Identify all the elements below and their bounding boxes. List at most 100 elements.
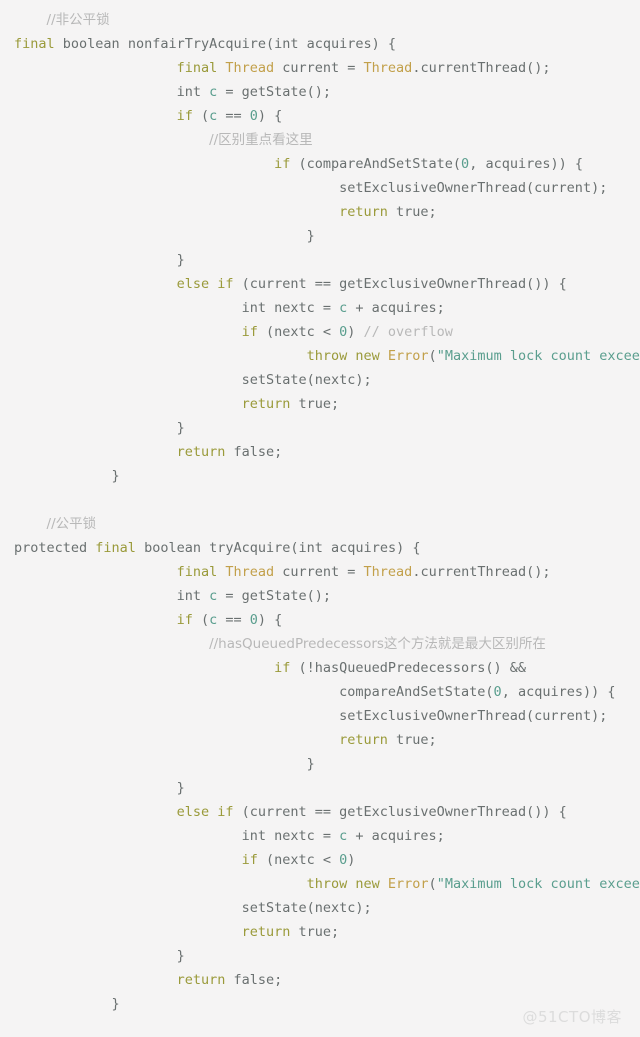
code-token-pln xyxy=(388,732,396,748)
code-token-pln: setExclusiveOwnerThread(current); xyxy=(339,708,608,724)
code-token-pln: (current == getExclusiveOwnerThread()) { xyxy=(233,804,567,820)
code-token-pln: ) { xyxy=(257,108,283,124)
code-token-pln: nextc = xyxy=(265,828,340,844)
code-line: return true; xyxy=(14,392,640,416)
code-token-type: int xyxy=(274,36,299,52)
code-token-type: boolean xyxy=(62,36,120,52)
code-token-pln: ; xyxy=(274,972,283,988)
code-line: } xyxy=(14,416,640,440)
code-token-pln: (compareAndSetState( xyxy=(290,156,462,172)
code-token-pln: = getState(); xyxy=(217,84,332,100)
code-line: } xyxy=(14,464,640,488)
code-token-lit: 0 xyxy=(493,684,502,700)
code-line: setExclusiveOwnerThread(current); xyxy=(14,176,640,200)
code-token-pln: ; xyxy=(428,732,437,748)
code-token-pln: , acquires)) { xyxy=(501,684,616,700)
code-token-pln xyxy=(290,396,298,412)
code-token-type: int xyxy=(241,828,266,844)
code-token-cls: Thread xyxy=(363,60,413,76)
code-token-pln: (nextc < xyxy=(257,852,340,868)
code-token-pln: } xyxy=(111,996,120,1012)
code-line: if (c == 0) { xyxy=(14,608,640,632)
java-code-listing: //非公平锁 final boolean nonfairTryAcquire(in… xyxy=(0,0,640,1016)
code-token-pln: current = xyxy=(274,564,364,580)
code-line: } xyxy=(14,224,640,248)
code-token-pln: .currentThread(); xyxy=(412,564,551,580)
code-line: if (!hasQueuedPredecessors() && xyxy=(14,656,640,680)
code-token-pln: } xyxy=(176,780,185,796)
code-token-pln: nonfairTryAcquire( xyxy=(119,36,275,52)
code-token-kw: if xyxy=(176,108,193,124)
code-token-pln: ; xyxy=(331,924,340,940)
code-line: setState(nextc); xyxy=(14,368,640,392)
code-token-kw: else if xyxy=(176,804,234,820)
code-token-type: false xyxy=(233,972,275,988)
code-token-pln xyxy=(380,348,388,364)
code-token-pln: ) { xyxy=(257,612,283,628)
code-token-pln: .currentThread(); xyxy=(412,60,551,76)
code-token-kw: return xyxy=(176,972,226,988)
code-line: else if (current == getExclusiveOwnerThr… xyxy=(14,800,640,824)
code-token-pln: } xyxy=(176,252,185,268)
code-line: //非公平锁 xyxy=(14,8,640,32)
code-token-pln: current = xyxy=(274,60,364,76)
code-token-cmt: //非公平锁 xyxy=(46,12,110,28)
code-line: final Thread current = Thread.currentThr… xyxy=(14,56,640,80)
code-token-pln: } xyxy=(111,468,120,484)
code-token-pln: acquires) { xyxy=(322,540,421,556)
code-token-pln: } xyxy=(176,420,185,436)
code-token-pln xyxy=(136,540,144,556)
code-token-cmt: //区别重点看这里 xyxy=(209,132,313,148)
code-token-pln: , acquires)) { xyxy=(469,156,583,172)
code-token-pln: compareAndSetState( xyxy=(339,684,494,700)
code-line: int c = getState(); xyxy=(14,584,640,608)
code-line: int c = getState(); xyxy=(14,80,640,104)
code-token-pln: + acquires; xyxy=(347,300,445,316)
code-token-pln: } xyxy=(176,948,185,964)
code-token-pln xyxy=(380,876,388,892)
code-token-pln: (nextc < xyxy=(257,324,340,340)
code-line: if (nextc < 0) // overflow xyxy=(14,320,640,344)
code-token-kw: if xyxy=(176,612,193,628)
code-token-pln: } xyxy=(306,228,315,244)
code-token-pln: ; xyxy=(331,396,340,412)
code-token-pln: tryAcquire( xyxy=(200,540,299,556)
code-line: int nextc = c + acquires; xyxy=(14,296,640,320)
code-token-type: int xyxy=(176,84,201,100)
code-token-lit: 0 xyxy=(249,108,258,124)
code-line: } xyxy=(14,776,640,800)
code-token-type: true xyxy=(298,396,332,412)
code-token-cls: Thread xyxy=(225,60,275,76)
code-line: setExclusiveOwnerThread(current); xyxy=(14,704,640,728)
code-line: return true; xyxy=(14,200,640,224)
code-line: final boolean nonfairTryAcquire(int acqu… xyxy=(14,32,640,56)
code-token-cls: Thread xyxy=(363,564,413,580)
code-token-lit: c xyxy=(209,612,218,628)
code-line: if (compareAndSetState(0, acquires)) { xyxy=(14,152,640,176)
code-token-cls: Error xyxy=(387,348,429,364)
code-line: } xyxy=(14,248,640,272)
code-line: return false; xyxy=(14,968,640,992)
code-token-lit: c xyxy=(209,108,218,124)
